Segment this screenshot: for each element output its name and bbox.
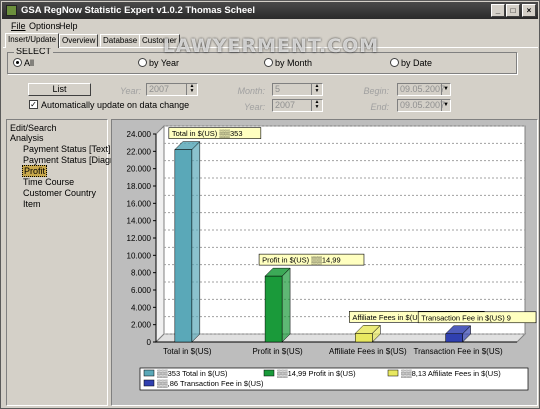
radio-dot-icon (264, 58, 273, 67)
legend-swatch (263, 369, 275, 377)
tree-item-item[interactable]: Item (23, 199, 41, 209)
app-window: GSA RegNow Statistic Expert v1.0.2 Thoma… (0, 0, 540, 409)
y-tick-label: 4.000 (131, 303, 152, 312)
menu-bar: File Options Help (2, 19, 538, 33)
radio-by-month[interactable]: by Month (264, 58, 312, 68)
data-label: Total in $(US) ▒▒353 (172, 129, 243, 138)
end-label: End: (370, 102, 389, 112)
window-title: GSA RegNow Statistic Expert v1.0.2 Thoma… (21, 5, 256, 16)
radio-by-year[interactable]: by Year (138, 58, 179, 68)
auto-update-checkbox[interactable]: ✓ Automatically update on data change (29, 100, 189, 110)
y-tick-label: 10.000 (127, 251, 152, 260)
tab-database[interactable]: Database (100, 34, 141, 47)
radio-dot-icon (13, 58, 22, 67)
maximize-button[interactable]: □ (506, 4, 520, 17)
menu-help[interactable]: Help (59, 19, 78, 33)
bar-side (191, 140, 201, 343)
checkmark-icon: ✓ (29, 100, 38, 109)
bar (355, 333, 373, 343)
bar (174, 149, 193, 343)
tree-item-customer-country[interactable]: Customer Country (23, 188, 96, 198)
y-tick-label: 22.000 (127, 147, 152, 156)
x-tick-label: Affiliate Fees in $(US) (329, 347, 407, 356)
y-tick-label: 8.000 (131, 269, 152, 278)
y-tick-label: 20.000 (127, 165, 152, 174)
y-tick-label: 24.000 (127, 130, 152, 139)
y-tick-label: 0 (147, 338, 152, 347)
end-date-picker[interactable]: 09.05.2007 ▼ (397, 99, 451, 112)
tab-customer[interactable]: Customer (139, 34, 180, 47)
legend-entry: ▒▒8,13 Affiliate Fees in $(US) (401, 369, 501, 378)
radio-all[interactable]: All (13, 58, 34, 68)
legend-entry: ▒▒353 Total in $(US) (157, 369, 228, 378)
year-spinner[interactable]: 2007 ▲ ▼ (146, 83, 198, 96)
data-label: Profit in $(US) ▒▒14,99 (262, 256, 341, 265)
dropdown-arrow-icon[interactable]: ▼ (441, 84, 450, 95)
y-tick-label: 16.000 (127, 199, 152, 208)
spinner-arrows-icon[interactable]: ▲ ▼ (311, 100, 322, 111)
chart-side-wall (155, 124, 165, 344)
tab-insert-update[interactable]: Insert/Update (5, 33, 60, 48)
bar (264, 275, 283, 343)
month-year-label: Year: (243, 102, 265, 112)
legend-swatch (387, 369, 399, 377)
data-label: Transaction Fee in $(US) 9 (421, 313, 511, 322)
radio-dot-icon (390, 58, 399, 67)
navigation-tree: Edit/Search Analysis Payment Status [Tex… (6, 119, 128, 406)
y-tick-label: 12.000 (127, 234, 152, 243)
close-button[interactable]: × (522, 4, 536, 17)
month-spinner[interactable]: 5 ▲ ▼ (272, 83, 323, 96)
x-tick-label: Transaction Fee in $(US) (414, 347, 503, 356)
tree-item-payment-status-text[interactable]: Payment Status [Text] (23, 144, 111, 154)
app-icon (6, 5, 17, 16)
begin-label: Begin: (363, 86, 389, 96)
spinner-arrows-icon[interactable]: ▲ ▼ (186, 84, 197, 95)
tab-overview[interactable]: Overview (59, 34, 99, 47)
y-tick-label: 14.000 (127, 217, 152, 226)
list-button[interactable]: List (28, 83, 91, 96)
profit-chart: 0 2.000 4.000 6.000 8.000 10.000 12.000 14.000 1… (127, 124, 537, 391)
x-tick-label: Profit in $(US) (252, 347, 303, 356)
radio-dot-icon (138, 58, 147, 67)
menu-options[interactable]: Options (29, 19, 60, 33)
legend-swatch (143, 369, 155, 377)
begin-date-picker[interactable]: 09.05.2007 ▼ (397, 83, 451, 96)
tree-item-profit[interactable]: Profit (22, 165, 48, 177)
y-tick-label: 2.000 (131, 321, 152, 330)
chart-panel: 0 2.000 4.000 6.000 8.000 10.000 12.000 14.000 1… (111, 119, 538, 406)
month-year-spinner[interactable]: 2007 ▲ ▼ (272, 99, 323, 112)
spinner-arrows-icon[interactable]: ▲ ▼ (311, 84, 322, 95)
y-tick-label: 6.000 (131, 286, 152, 295)
x-tick-label: Total in $(US) (163, 347, 212, 356)
month-label: Month: (237, 86, 265, 96)
bar-side (281, 267, 291, 343)
y-tick-label: 18.000 (127, 182, 152, 191)
minimize-button[interactable]: _ (491, 4, 505, 17)
legend-entry: ▒▒14,99 Profit in $(US) (277, 369, 356, 378)
legend-swatch (143, 379, 155, 387)
title-bar[interactable]: GSA RegNow Statistic Expert v1.0.2 Thoma… (2, 2, 538, 19)
bar (445, 333, 463, 343)
legend-entry: ▒▒,86 Transaction Fee in $(US) (157, 379, 264, 388)
select-group: SELECT All by Year by Month by Date (7, 46, 517, 74)
tree-item-time-course[interactable]: Time Course (23, 177, 74, 187)
radio-by-date[interactable]: by Date (390, 58, 432, 68)
tree-item-analysis[interactable]: Analysis (10, 133, 44, 143)
year-label: Year: (119, 86, 141, 96)
menu-file[interactable]: File (11, 19, 26, 33)
dropdown-arrow-icon[interactable]: ▼ (441, 100, 450, 111)
tree-item-edit-search[interactable]: Edit/Search (10, 123, 57, 133)
